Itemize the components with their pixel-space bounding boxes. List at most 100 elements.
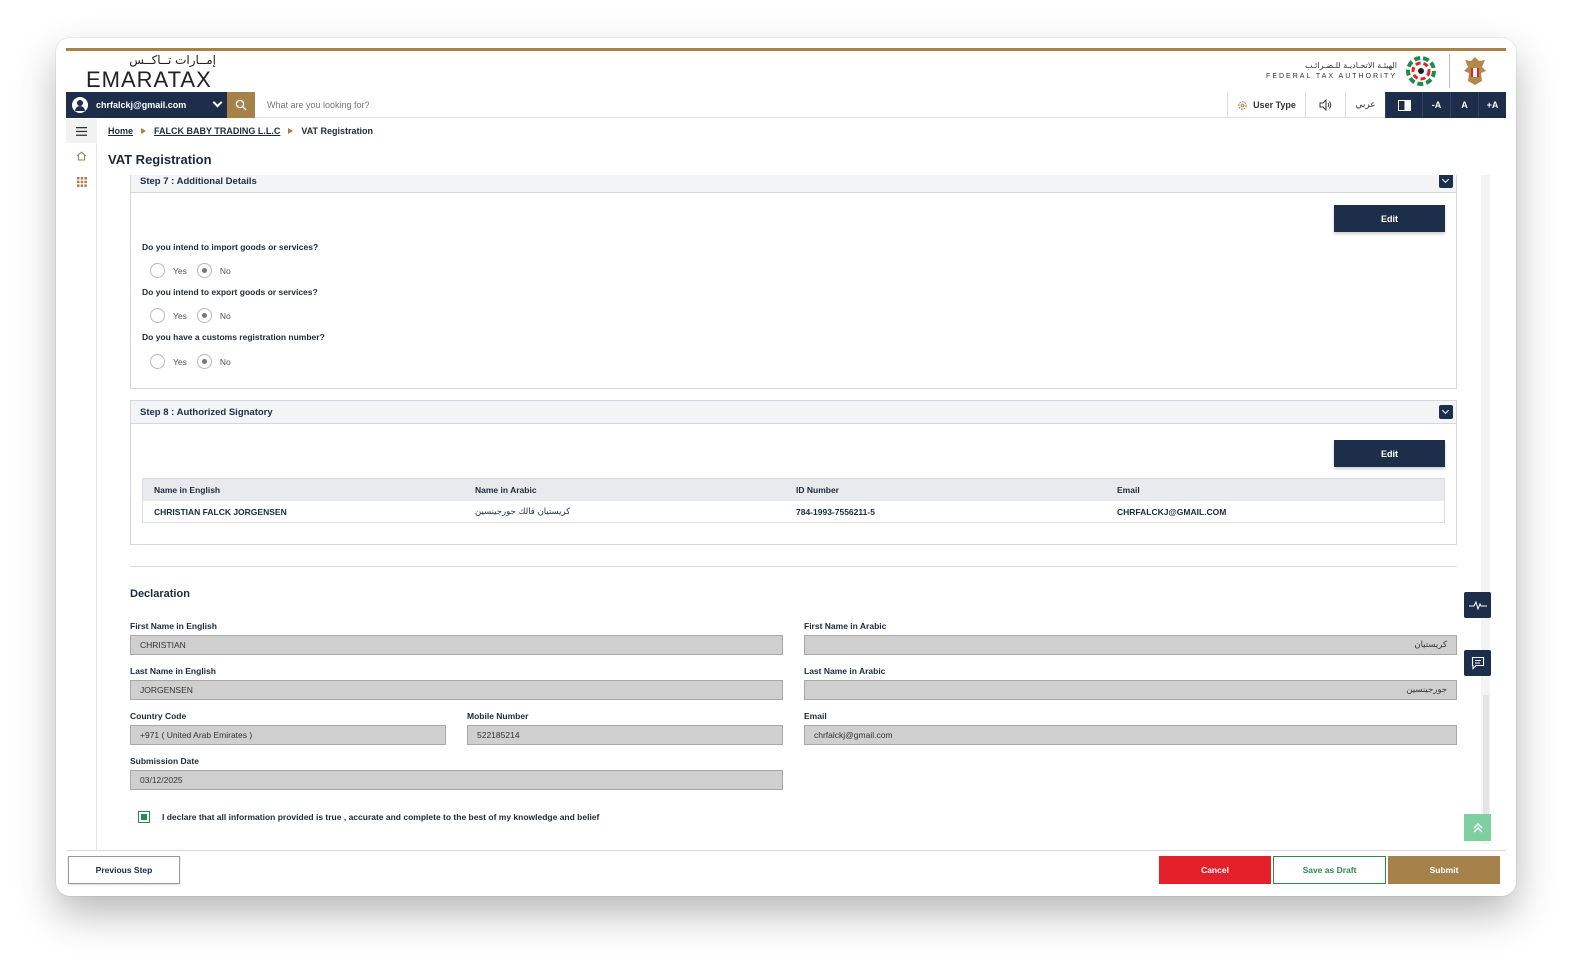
home-icon xyxy=(76,151,87,161)
cancel-button[interactable]: Cancel xyxy=(1159,856,1271,884)
fta-emblem-icon xyxy=(1406,56,1436,86)
chat-button[interactable] xyxy=(1464,650,1491,676)
table-header-row: Name in English Name in Arabic ID Number… xyxy=(143,479,1444,501)
radio-import-no[interactable] xyxy=(196,263,212,278)
menu-toggle[interactable] xyxy=(66,119,97,143)
radio-export-no[interactable] xyxy=(196,308,212,323)
gear-icon xyxy=(1238,100,1247,110)
previous-step-button[interactable]: Previous Step xyxy=(68,856,180,884)
content-scrollbar[interactable] xyxy=(1481,175,1490,844)
contrast-icon xyxy=(1397,99,1411,111)
breadcrumb-home[interactable]: Home xyxy=(108,126,133,136)
declaration-title: Declaration xyxy=(130,588,190,600)
scroll-to-top-button[interactable] xyxy=(1464,814,1491,841)
step7-title: Step 7 : Additional Details xyxy=(140,175,257,187)
uae-emblem-icon xyxy=(1464,57,1486,85)
top-toolbar: chrfalckj@gmail.com User Type عربي -A A … xyxy=(66,92,1506,118)
pulse-icon xyxy=(1468,600,1487,610)
last-name-en-label: Last Name in English xyxy=(130,666,216,676)
breadcrumb-company[interactable]: FALCK BABY TRADING L.L.C xyxy=(154,126,280,136)
user-email: chrfalckj@gmail.com xyxy=(96,100,187,110)
radio-no-label: No xyxy=(219,310,231,321)
submission-date-field[interactable]: 03/12/2025 xyxy=(130,770,783,790)
sidebar-item-home[interactable] xyxy=(66,143,97,169)
section-divider xyxy=(130,566,1457,567)
first-name-en-field[interactable]: CHRISTIAN xyxy=(130,635,783,655)
declaration-consent[interactable]: I declare that all information provided … xyxy=(138,811,599,823)
column-header: Name in English xyxy=(154,485,221,495)
radio-yes-label: Yes xyxy=(173,356,187,367)
last-name-ar-field[interactable]: جورجينسين xyxy=(804,680,1457,700)
emaratax-logo[interactable]: إمــارات تــاكــس EMARATAX xyxy=(86,53,216,92)
branding-divider xyxy=(1449,54,1450,88)
user-type-label: User Type xyxy=(1253,100,1296,110)
column-header: Email xyxy=(1117,485,1140,495)
save-draft-button[interactable]: Save as Draft xyxy=(1273,856,1386,884)
question-export-label: Do you intend to export goods or service… xyxy=(142,287,318,297)
radio-import-yes[interactable] xyxy=(150,263,165,278)
collapse-chevron-icon[interactable] xyxy=(1439,405,1453,419)
font-decrease-button[interactable]: -A xyxy=(1422,92,1450,118)
table-cell: CHRISTIAN FALCK JORGENSEN xyxy=(154,506,287,517)
grid-icon xyxy=(76,177,87,187)
action-footer: Previous Step Cancel Save as Draft Submi… xyxy=(66,850,1506,886)
font-increase-button[interactable]: +A xyxy=(1478,92,1506,118)
country-code-field[interactable]: +971 ( United Arab Emirates ) xyxy=(130,725,446,745)
first-name-ar-field[interactable]: كريستيان xyxy=(804,635,1457,655)
scrollbar-thumb[interactable] xyxy=(1483,695,1489,825)
radio-export-yes[interactable] xyxy=(150,308,165,323)
consent-text: I declare that all information provided … xyxy=(162,812,600,822)
sidebar-item-services[interactable] xyxy=(66,169,97,195)
radio-customs-yes[interactable] xyxy=(150,354,165,369)
last-name-en-field[interactable]: JORGENSEN xyxy=(130,680,783,700)
chevron-down-icon xyxy=(212,97,223,108)
breadcrumb-separator-icon xyxy=(141,128,147,134)
email-label: Email xyxy=(804,711,827,721)
table-cell: 784-1993-7556211-5 xyxy=(796,506,875,517)
user-type-button[interactable]: User Type xyxy=(1227,92,1305,118)
form-content: Step 7 : Additional Details Edit Do you … xyxy=(96,175,1490,844)
radio-yes-label: Yes xyxy=(173,265,187,276)
question-customs-label: Do you have a customs registration numbe… xyxy=(142,332,325,342)
fta-branding: الهيئـة الاتحـاديـة للـضـرائـب FEDERAL T… xyxy=(1266,52,1488,90)
table-cell: CHRFALCKJ@GMAIL.COM xyxy=(1117,506,1227,517)
consent-checkbox[interactable] xyxy=(138,811,150,823)
step7-header[interactable]: Step 7 : Additional Details xyxy=(131,175,1456,193)
step8-edit-button[interactable]: Edit xyxy=(1334,440,1445,467)
contrast-toggle[interactable] xyxy=(1385,92,1422,118)
submit-button[interactable]: Submit xyxy=(1388,856,1500,884)
radio-customs-no[interactable] xyxy=(196,354,212,369)
happiness-meter-button[interactable] xyxy=(1464,592,1491,618)
text-to-speech-button[interactable] xyxy=(1305,92,1345,118)
fta-name-english: FEDERAL TAX AUTHORITY xyxy=(1266,73,1397,80)
sidebar xyxy=(66,119,97,886)
question-import-options: Yes No xyxy=(150,263,241,278)
speaker-icon xyxy=(1319,99,1331,111)
step8-title: Step 8 : Authorized Signatory xyxy=(140,406,273,418)
mobile-number-field[interactable]: 522185214 xyxy=(467,725,783,745)
language-toggle[interactable]: عربي xyxy=(1345,92,1385,118)
user-avatar-icon xyxy=(72,97,88,113)
user-menu[interactable]: chrfalckj@gmail.com xyxy=(66,92,227,118)
page-title: VAT Registration xyxy=(108,152,212,167)
submission-date-label: Submission Date xyxy=(130,756,199,766)
collapse-chevron-icon[interactable] xyxy=(1439,175,1453,188)
step8-header[interactable]: Step 8 : Authorized Signatory xyxy=(131,401,1456,424)
search-button[interactable] xyxy=(227,92,255,118)
font-reset-button[interactable]: A xyxy=(1450,92,1478,118)
chat-icon xyxy=(1471,656,1484,670)
question-customs-options: Yes No xyxy=(150,354,241,369)
step7-edit-button[interactable]: Edit xyxy=(1334,205,1445,232)
mobile-number-label: Mobile Number xyxy=(467,711,529,721)
breadcrumb: Home FALCK BABY TRADING L.L.C VAT Regist… xyxy=(108,126,373,136)
country-code-label: Country Code xyxy=(130,711,187,721)
email-field[interactable]: chrfalckj@gmail.com xyxy=(804,725,1457,745)
breadcrumb-separator-icon xyxy=(288,128,294,134)
fta-name-arabic: الهيئـة الاتحـاديـة للـضـرائـب xyxy=(1304,61,1397,70)
last-name-ar-label: Last Name in Arabic xyxy=(804,666,886,676)
app-window: إمــارات تــاكــس EMARATAX الهيئـة الاتح… xyxy=(56,38,1516,896)
signatory-table: Name in English Name in Arabic ID Number… xyxy=(142,478,1445,523)
search-input[interactable] xyxy=(255,92,1227,117)
brand-accent-bar xyxy=(66,48,1506,51)
logo-arabic: إمــارات تــاكــس xyxy=(129,53,216,67)
